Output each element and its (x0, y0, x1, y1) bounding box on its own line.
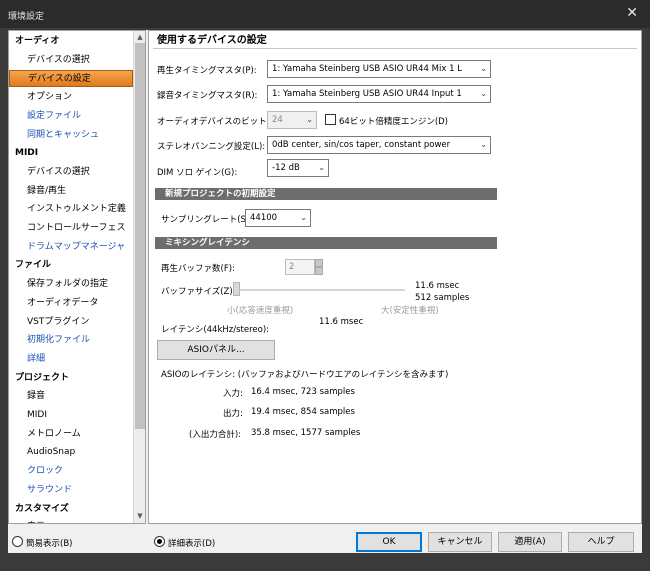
sidebar-item[interactable]: サラウンド (9, 482, 133, 499)
total-latency-value: 35.8 msec, 1577 samples (251, 428, 361, 438)
output-latency-label: 出力: (223, 409, 243, 419)
chevron-down-icon: ⌄ (480, 89, 487, 98)
sidebar-item[interactable]: MIDI (9, 407, 133, 424)
buffers-label: 再生バッファ数(F): (161, 264, 235, 274)
sidebar-item[interactable]: オプション (9, 89, 133, 106)
sidebar-item[interactable]: 表示 (9, 519, 133, 523)
sidebar-item[interactable]: 詳細 (9, 351, 133, 368)
engine64-checkbox[interactable] (325, 114, 336, 125)
asio-panel-button[interactable]: ASIOパネル... (157, 340, 275, 360)
chevron-down-icon: ⌄ (300, 213, 307, 222)
sidebar-category[interactable]: ファイル (9, 257, 133, 274)
chevron-down-icon: ⌄ (480, 140, 487, 149)
sampling-rate-select[interactable]: 44100 ⌄ (245, 209, 311, 227)
sidebar-item[interactable]: 設定ファイル (9, 108, 133, 125)
asio-latency-title: ASIOのレイテンシ: (バッファおよびハードウエアのレイテンシを含みます) (161, 370, 449, 380)
sidebar-item[interactable]: AudioSnap (9, 444, 133, 461)
panning-label: ステレオパンニング設定(L): (157, 142, 266, 152)
sampling-rate-value: 44100 (250, 213, 278, 223)
panning-select[interactable]: 0dB center, sin/cos taper, constant powe… (267, 136, 491, 154)
engine64-label: 64ビット倍精度エンジン(D) (339, 117, 448, 127)
simple-view-radio[interactable] (12, 536, 23, 547)
record-master-value: 1: Yamaha Steinberg USB ASIO UR44 Input … (272, 89, 462, 99)
playback-master-select[interactable]: 1: Yamaha Steinberg USB ASIO UR44 Mix 1 … (267, 60, 491, 78)
playback-master-value: 1: Yamaha Steinberg USB ASIO UR44 Mix 1 … (272, 64, 462, 74)
sidebar-item[interactable]: デバイスの選択 (9, 52, 133, 69)
slider-min-label: 小(応答速度重視) (227, 306, 294, 316)
apply-button[interactable]: 適用(A) (498, 532, 562, 552)
bit-depth-value: 24 (272, 115, 283, 125)
dim-gain-select[interactable]: -12 dB ⌄ (267, 159, 329, 177)
sidebar-item[interactable]: 保存フォルダの指定 (9, 276, 133, 293)
buffer-size-track (233, 289, 405, 291)
buffer-samples: 512 samples (415, 293, 470, 303)
category-tree: ▲ ▼ オーディオデバイスの選択 デバイスの設定 オプション設定ファイル 同期とキャッ… (8, 30, 146, 524)
total-latency-label: (入出力合計): (189, 430, 241, 440)
sidebar-item[interactable]: VSTプラグイン (9, 314, 133, 331)
sidebar-category[interactable]: カスタマイズ (9, 501, 133, 518)
sidebar-item[interactable]: デバイスの設定 (9, 70, 133, 88)
cancel-button[interactable]: キャンセル (428, 532, 492, 552)
buffer-size-label: バッファサイズ(Z): (161, 287, 236, 297)
sidebar-item[interactable]: 初期化ファイル (9, 332, 133, 349)
buffer-msec: 11.6 msec (415, 281, 460, 291)
scroll-down-icon[interactable]: ▼ (135, 511, 145, 521)
sidebar-item[interactable]: コントロールサーフェス (9, 220, 133, 237)
sidebar-item[interactable]: メトロノーム (9, 426, 133, 443)
sidebar-item[interactable]: クロック (9, 463, 133, 480)
preferences-window: 環境設定 ✕ ▲ ▼ オーディオデバイスの選択 デバイスの設定 オプション設定ファイ… (0, 0, 650, 571)
input-latency-label: 入力: (223, 389, 243, 399)
input-latency-value: 16.4 msec, 723 samples (251, 387, 355, 397)
sidebar-category[interactable]: MIDI (9, 145, 133, 162)
sidebar-scrollbar[interactable]: ▲ ▼ (133, 31, 145, 523)
stepper-up-icon[interactable] (315, 259, 323, 267)
record-master-label: 録音タイミングマスタ(R): (157, 91, 258, 101)
sidebar-item[interactable]: オーディオデータ (9, 295, 133, 312)
panning-value: 0dB center, sin/cos taper, constant powe… (272, 140, 451, 150)
section-mixing-latency: ミキシングレイテンシ (155, 237, 497, 249)
scroll-up-icon[interactable]: ▲ (135, 32, 145, 42)
chevron-down-icon: ⌄ (480, 64, 487, 73)
ok-button[interactable]: OK (356, 532, 422, 552)
section-new-project: 新規プロジェクトの初期設定 (155, 188, 497, 200)
sidebar-item[interactable]: 録音/再生 (9, 183, 133, 200)
buffer-size-slider[interactable] (233, 282, 240, 296)
sidebar-category[interactable]: オーディオ (9, 33, 133, 50)
slider-max-label: 大(安定性重視) (381, 306, 439, 316)
page-title: 使用するデバイスの設定 (153, 33, 637, 49)
help-button[interactable]: ヘルプ (568, 532, 634, 552)
simple-view-label: 簡易表示(B) (26, 539, 73, 549)
sidebar-item[interactable]: インストゥルメント定義 (9, 201, 133, 218)
buffers-stepper[interactable] (315, 259, 323, 275)
output-latency-value: 19.4 msec, 854 samples (251, 407, 355, 417)
title-bar: 環境設定 ✕ (0, 0, 650, 28)
latency-label: レイテンシ(44kHz/stereo): (161, 325, 270, 335)
dialog-content: ▲ ▼ オーディオデバイスの選択 デバイスの設定 オプション設定ファイル 同期とキャッ… (8, 30, 642, 553)
detail-view-label: 詳細表示(D) (168, 539, 216, 549)
chevron-down-icon: ⌄ (306, 115, 313, 124)
sidebar-item[interactable]: 録音 (9, 388, 133, 405)
window-title: 環境設定 (8, 12, 45, 22)
settings-panel: 使用するデバイスの設定 再生タイミングマスタ(P): 1: Yamaha Ste… (148, 30, 642, 524)
bit-depth-select[interactable]: 24 ⌄ (267, 111, 317, 129)
dim-gain-value: -12 dB (272, 163, 300, 173)
sidebar-item[interactable]: ドラムマップマネージャ (9, 239, 133, 256)
buffers-input[interactable]: 2 (285, 259, 315, 275)
dim-gain-label: DIM ソロ ゲイン(G): (157, 168, 238, 178)
detail-view-radio[interactable] (154, 536, 165, 547)
sidebar-item[interactable]: デバイスの選択 (9, 164, 133, 181)
sampling-rate-label: サンプリングレート(S): (161, 215, 253, 225)
chevron-down-icon: ⌄ (318, 163, 325, 172)
scrollbar-thumb[interactable] (135, 43, 145, 429)
playback-master-label: 再生タイミングマスタ(P): (157, 66, 257, 76)
close-icon[interactable]: ✕ (626, 5, 638, 21)
sidebar-category[interactable]: プロジェクト (9, 370, 133, 387)
record-master-select[interactable]: 1: Yamaha Steinberg USB ASIO UR44 Input … (267, 85, 491, 103)
latency-value: 11.6 msec (319, 317, 364, 327)
stepper-down-icon[interactable] (315, 267, 323, 275)
sidebar-item[interactable]: 同期とキャッシュ (9, 127, 133, 144)
